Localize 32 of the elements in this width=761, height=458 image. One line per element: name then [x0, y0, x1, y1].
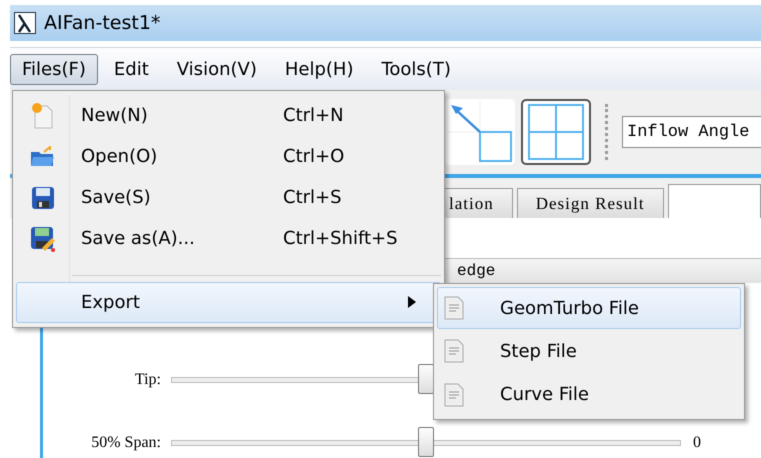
menu-item[interactable]: Export — [16, 282, 441, 323]
slider-thumb[interactable] — [418, 364, 434, 394]
file-icon — [443, 382, 465, 407]
save-as-icon — [30, 226, 56, 252]
submenu-arrow-icon — [408, 296, 416, 308]
menu-item[interactable]: Save as(A)... Ctrl+Shift+S — [16, 218, 441, 260]
slider-label: 50% Span: — [90, 434, 162, 452]
folder-icon — [30, 146, 56, 168]
tab[interactable] — [668, 184, 761, 218]
slider-label: Tip: — [134, 371, 162, 389]
menu-item[interactable]: Tools(T) — [369, 54, 463, 84]
menu-item[interactable]: Edit — [102, 54, 161, 84]
file-icon — [443, 296, 465, 320]
menu-item[interactable]: Help(H) — [272, 54, 366, 84]
slider-value: 0 — [693, 434, 701, 452]
menu-item[interactable]: Vision(V) — [164, 54, 269, 84]
menu-item[interactable]: Files(F) — [10, 54, 98, 84]
menu-item[interactable]: GeomTurbo File — [437, 287, 741, 330]
save-icon — [31, 186, 55, 210]
window-title: AIFan-test1* — [44, 12, 160, 34]
menu-item[interactable]: Curve File — [437, 374, 741, 416]
menu-item[interactable]: Open(O) Ctrl+O — [16, 136, 441, 178]
input-field[interactable]: Inflow Angle — [622, 116, 761, 148]
menu-item[interactable]: Step File — [437, 330, 741, 373]
column-header: edge — [457, 262, 496, 280]
tab[interactable]: Design Result — [516, 188, 664, 218]
view-button[interactable] — [521, 99, 591, 165]
app-logo-icon — [14, 12, 36, 34]
file-icon — [443, 339, 465, 364]
view-button[interactable] — [445, 99, 515, 165]
slider-thumb[interactable] — [418, 427, 434, 457]
menu-item[interactable]: New(N) Ctrl+N — [16, 95, 441, 136]
